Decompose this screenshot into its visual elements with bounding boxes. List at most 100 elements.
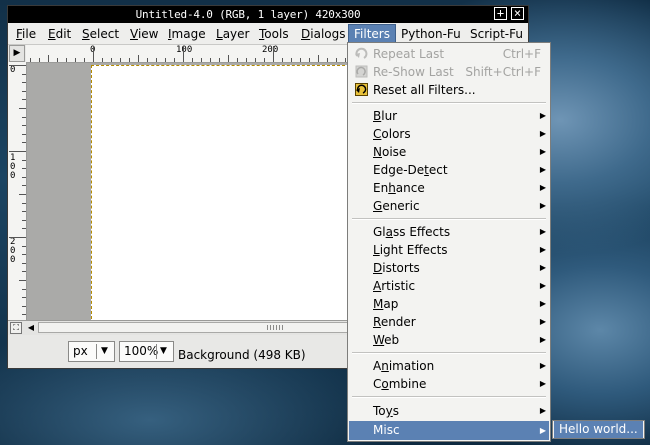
menu-item-map[interactable]: Map ▶ bbox=[349, 295, 549, 313]
ruler-tick bbox=[22, 220, 26, 221]
ruler-tick bbox=[22, 91, 26, 92]
ruler-tick bbox=[273, 46, 274, 62]
menu-separator bbox=[352, 218, 546, 220]
submenu-arrow-icon: ▶ bbox=[539, 183, 546, 192]
scroll-left-arrow-icon[interactable]: ◀ bbox=[26, 323, 36, 333]
zoom-value: 100% bbox=[124, 344, 159, 358]
ruler-tick bbox=[165, 58, 166, 62]
menu-item-web[interactable]: Web ▶ bbox=[349, 331, 549, 349]
close-button[interactable]: × bbox=[511, 7, 524, 20]
menu-item-render[interactable]: Render ▶ bbox=[349, 313, 549, 331]
menu-view[interactable]: View bbox=[128, 26, 160, 42]
menu-script-fu[interactable]: Script-Fu bbox=[468, 26, 525, 42]
ruler-tick bbox=[309, 58, 310, 62]
navigate-icon[interactable]: ⛶ bbox=[10, 322, 22, 334]
ruler-label-100: 100 bbox=[176, 45, 193, 55]
ruler-tick bbox=[282, 58, 283, 62]
submenu-arrow-icon: ▶ bbox=[539, 165, 546, 174]
menu-file[interactable]: File bbox=[14, 26, 38, 42]
menu-item-artistic[interactable]: Artistic ▶ bbox=[349, 277, 549, 295]
menu-item-reshow-last[interactable]: Re-Show Last Shift+Ctrl+F bbox=[349, 63, 549, 81]
submenu-arrow-icon: ▶ bbox=[539, 111, 546, 120]
ruler-tick bbox=[22, 254, 26, 255]
ruler-tick bbox=[156, 58, 157, 62]
ruler-tick bbox=[264, 58, 265, 62]
menu-item-light-effects[interactable]: Light Effects ▶ bbox=[349, 241, 549, 259]
menu-separator bbox=[352, 396, 546, 398]
vertical-ruler[interactable]: 0 100 200 bbox=[8, 62, 27, 320]
ruler-tick bbox=[300, 58, 301, 62]
menu-item-noise[interactable]: Noise ▶ bbox=[349, 143, 549, 161]
ruler-tick bbox=[210, 58, 211, 62]
ruler-tick bbox=[255, 58, 256, 62]
unit-value: px bbox=[73, 344, 88, 358]
ruler-tick bbox=[237, 58, 238, 62]
menu-separator bbox=[352, 352, 546, 354]
ruler-tick bbox=[22, 134, 26, 135]
menu-item-hello-world[interactable]: Hello world... bbox=[554, 421, 643, 438]
ruler-tick bbox=[22, 297, 26, 298]
menu-item-edge-detect[interactable]: Edge-Detect ▶ bbox=[349, 161, 549, 179]
ruler-tick bbox=[138, 55, 139, 62]
ruler-tick bbox=[22, 289, 26, 290]
menu-item-generic[interactable]: Generic ▶ bbox=[349, 197, 549, 215]
ruler-tick bbox=[93, 46, 94, 62]
ruler-tick bbox=[66, 58, 67, 62]
submenu-arrow-icon: ▶ bbox=[539, 317, 546, 326]
ruler-tick bbox=[327, 58, 328, 62]
ruler-tick bbox=[19, 194, 26, 195]
menu-filters[interactable]: Filters bbox=[348, 24, 396, 43]
ruler-tick bbox=[228, 55, 229, 62]
ruler-label-200: 200 bbox=[262, 45, 279, 55]
submenu-arrow-icon: ▶ bbox=[539, 361, 546, 370]
menu-item-glass-effects[interactable]: Glass Effects ▶ bbox=[349, 223, 549, 241]
repeat-icon bbox=[355, 47, 368, 59]
scrollbar-thumb[interactable] bbox=[38, 322, 348, 333]
menu-item-repeat-last[interactable]: Repeat Last Ctrl+F bbox=[349, 45, 549, 63]
ruler-tick bbox=[22, 185, 26, 186]
unit-selector[interactable]: px ▼ bbox=[68, 341, 115, 362]
menu-item-animation[interactable]: Animation ▶ bbox=[349, 357, 549, 375]
menu-python-fu[interactable]: Python-Fu bbox=[399, 26, 463, 42]
menu-layer[interactable]: Layer bbox=[214, 26, 251, 42]
ruler-tick bbox=[183, 46, 184, 62]
ruler-tick bbox=[22, 211, 26, 212]
menu-item-reset-all-filters[interactable]: Reset all Filters... bbox=[349, 81, 549, 99]
ruler-tick bbox=[9, 237, 26, 238]
vruler-label-100: 100 bbox=[10, 153, 16, 181]
reset-icon bbox=[355, 83, 368, 96]
ruler-tick bbox=[22, 246, 26, 247]
menu-item-enhance[interactable]: Enhance ▶ bbox=[349, 179, 549, 197]
menu-item-misc[interactable]: Misc ▶ bbox=[349, 421, 549, 440]
menu-image[interactable]: Image bbox=[166, 26, 208, 42]
menu-item-distorts[interactable]: Distorts ▶ bbox=[349, 259, 549, 277]
status-message: Background (498 KB) bbox=[178, 348, 306, 362]
ruler-tick bbox=[22, 306, 26, 307]
submenu-arrow-icon: ▶ bbox=[539, 406, 546, 415]
vruler-label-200: 200 bbox=[10, 237, 16, 265]
ruler-tick bbox=[147, 58, 148, 62]
menu-item-toys[interactable]: Toys ▶ bbox=[349, 402, 549, 420]
menu-tools[interactable]: Tools bbox=[257, 26, 291, 42]
menu-item-blur[interactable]: Blur ▶ bbox=[349, 107, 549, 125]
quick-mask-corner-button[interactable]: ▶ bbox=[9, 45, 25, 62]
menu-edit[interactable]: Edit bbox=[46, 26, 73, 42]
submenu-arrow-icon: ▶ bbox=[539, 299, 546, 308]
maximize-button[interactable]: + bbox=[494, 7, 507, 20]
zoom-separator bbox=[156, 344, 157, 359]
submenu-arrow-icon: ▶ bbox=[539, 227, 546, 236]
ruler-tick bbox=[111, 58, 112, 62]
menu-item-colors[interactable]: Colors ▶ bbox=[349, 125, 549, 143]
menu-item-combine[interactable]: Combine ▶ bbox=[349, 375, 549, 393]
title-bar[interactable]: Untitled-4.0 (RGB, 1 layer) 420x300 + × bbox=[8, 6, 528, 23]
filters-menu: Repeat Last Ctrl+F Re-Show Last Shift+Ct… bbox=[347, 42, 551, 442]
menu-select[interactable]: Select bbox=[80, 26, 121, 42]
menu-dialogs[interactable]: Dialogs bbox=[299, 26, 347, 42]
ruler-tick bbox=[345, 58, 346, 62]
ruler-tick bbox=[22, 160, 26, 161]
ruler-tick bbox=[22, 74, 26, 75]
ruler-tick bbox=[22, 125, 26, 126]
zoom-selector[interactable]: 100% ▼ bbox=[119, 341, 174, 362]
vruler-label-0: 0 bbox=[10, 65, 16, 75]
ruler-tick bbox=[30, 58, 31, 62]
